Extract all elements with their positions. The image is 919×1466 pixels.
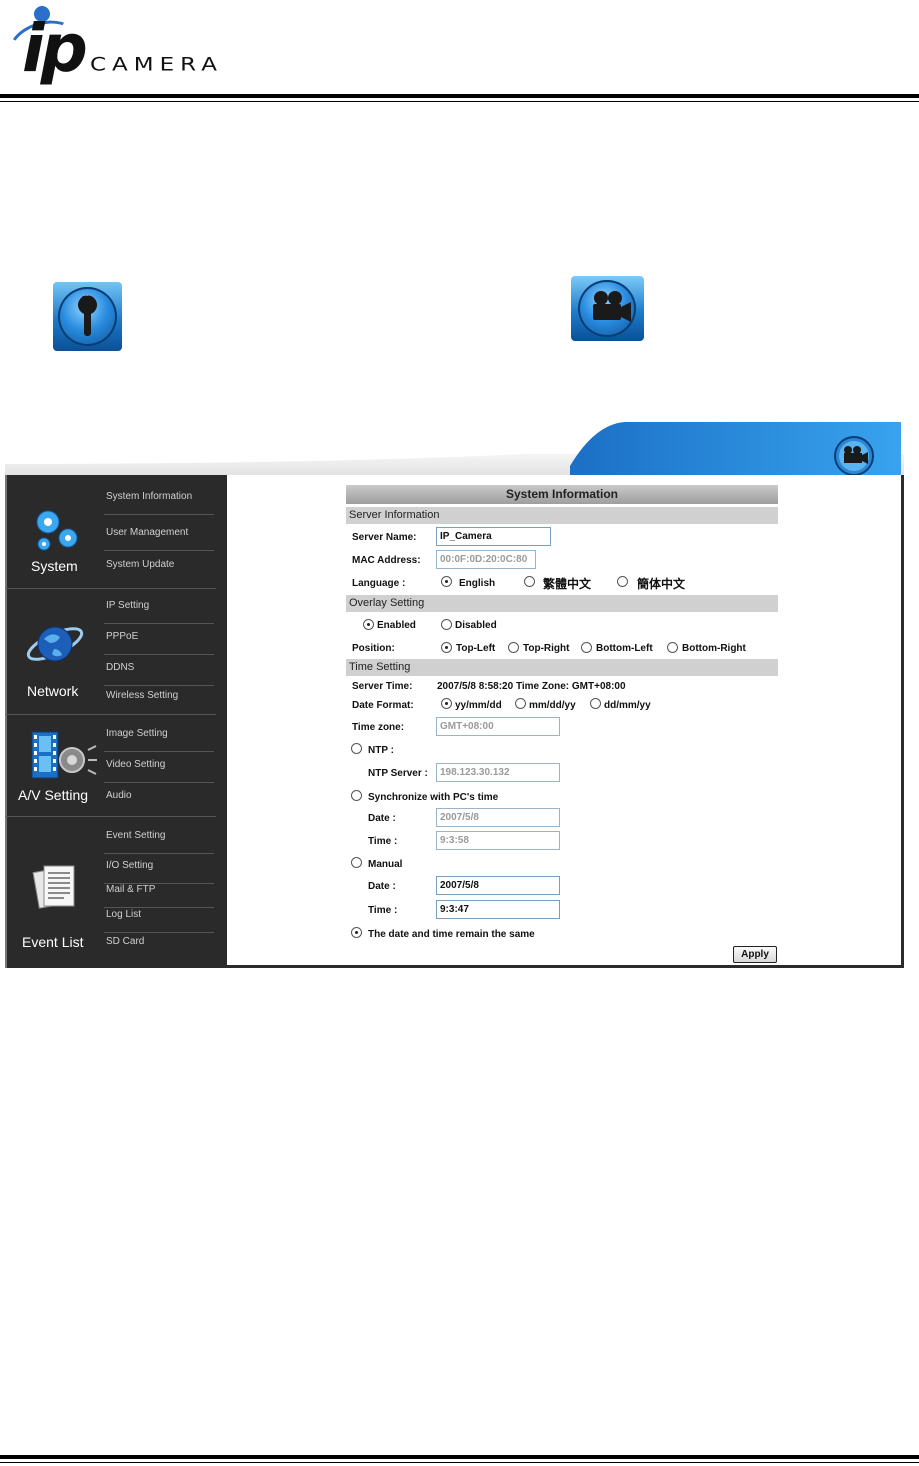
sync-date-label: Date : <box>368 813 396 824</box>
sidebar-group-event-list[interactable]: Event List <box>22 934 83 950</box>
sidebar-divider <box>6 714 216 715</box>
sidebar-item-mail-ftp[interactable]: Mail & FTP <box>104 884 214 908</box>
date-format-ddmmyy-radio[interactable] <box>590 698 601 709</box>
date-format-mmddyy-label: mm/dd/yy <box>529 700 576 711</box>
sync-time-label: Time : <box>368 836 398 847</box>
manual-time-input[interactable]: 9:3:47 <box>436 900 560 919</box>
date-format-mmddyy-radio[interactable] <box>515 698 526 709</box>
position-top-right-label: Top-Right <box>523 643 570 654</box>
sidebar-group-network[interactable]: Network <box>27 683 78 699</box>
camera-icon <box>834 436 874 476</box>
main-content <box>227 475 904 968</box>
documents-icon <box>32 865 75 909</box>
film-speaker-icon <box>31 731 97 779</box>
time-zone-label: Time zone: <box>352 722 405 733</box>
sidebar-edge <box>5 475 7 968</box>
manual-date-input[interactable]: 2007/5/8 <box>436 876 560 895</box>
panel-title: System Information <box>346 485 778 504</box>
overlay-disabled-label: Disabled <box>455 620 497 631</box>
top-banner <box>5 422 904 476</box>
language-label: Language : <box>352 578 406 589</box>
header-rule-thin <box>0 101 919 102</box>
sidebar-item-event-setting[interactable]: Event Setting <box>104 830 214 854</box>
manual-label: Manual <box>368 859 403 870</box>
manual-date-label: Date : <box>368 881 396 892</box>
date-format-yymmdd-radio[interactable] <box>441 698 452 709</box>
footer-rule-thin <box>0 1462 919 1463</box>
sidebar-item-ip-setting[interactable]: IP Setting <box>104 600 214 624</box>
sync-pc-time-radio[interactable] <box>351 790 362 801</box>
sync-time-field: 9:3:58 <box>436 831 560 850</box>
header-rule <box>0 94 919 98</box>
gear-icon <box>36 510 78 551</box>
position-bottom-right-label: Bottom-Right <box>682 643 746 654</box>
logo-ip-text: ip <box>22 10 88 87</box>
overlay-disabled-radio[interactable] <box>441 619 452 630</box>
position-top-right-radio[interactable] <box>508 642 519 653</box>
language-simplified-chinese-label: 簡体中文 <box>637 577 686 591</box>
position-label: Position: <box>352 643 395 654</box>
sidebar-item-image-setting[interactable]: Image Setting <box>104 728 214 752</box>
section-server-information: Server Information <box>346 507 778 524</box>
sidebar-divider <box>6 588 216 589</box>
language-traditional-chinese-radio[interactable] <box>524 576 535 587</box>
date-format-yymmdd-label: yy/mm/dd <box>455 700 502 711</box>
sidebar-item-ddns[interactable]: DDNS <box>104 662 214 686</box>
sidebar-item-video-setting[interactable]: Video Setting <box>104 759 214 783</box>
sidebar-item-sd-card[interactable]: SD Card <box>106 936 214 956</box>
language-simplified-chinese-radio[interactable] <box>617 576 628 587</box>
sidebar-item-user-management[interactable]: User Management <box>104 527 214 551</box>
position-bottom-right-radio[interactable] <box>667 642 678 653</box>
section-time-setting: Time Setting <box>346 659 778 676</box>
logo-camera-text: CAMERA <box>90 54 223 76</box>
position-bottom-left-radio[interactable] <box>581 642 592 653</box>
sync-pc-time-label: Synchronize with PC's time <box>368 792 499 803</box>
ntp-label: NTP : <box>368 745 394 756</box>
overlay-enabled-radio[interactable] <box>363 619 374 630</box>
sidebar-item-audio[interactable]: Audio <box>106 790 214 810</box>
sync-date-field: 2007/5/8 <box>436 808 560 827</box>
sidebar-group-av-setting[interactable]: A/V Setting <box>18 787 88 803</box>
position-top-left-label: Top-Left <box>456 643 496 654</box>
sidebar-item-wireless-setting[interactable]: Wireless Setting <box>106 690 214 710</box>
position-top-left-radio[interactable] <box>441 642 452 653</box>
sidebar-item-pppoe[interactable]: PPPoE <box>104 631 214 655</box>
globe-icon <box>26 626 84 662</box>
sidebar-item-system-information[interactable]: System Information <box>104 491 214 515</box>
apply-button[interactable]: Apply <box>733 946 777 963</box>
keep-date-time-label: The date and time remain the same <box>368 929 535 940</box>
overlay-enabled-label: Enabled <box>377 620 416 631</box>
sidebar-item-io-setting[interactable]: I/O Setting <box>104 860 214 884</box>
section-overlay-setting: Overlay Setting <box>346 595 778 612</box>
ntp-radio[interactable] <box>351 743 362 754</box>
date-format-ddmmyy-label: dd/mm/yy <box>604 700 651 711</box>
ip-camera-logo: ip CAMERA <box>2 6 258 92</box>
language-english-label: English <box>459 578 496 589</box>
language-english-radio[interactable] <box>441 576 452 587</box>
manual-time-label: Time : <box>368 905 398 916</box>
sidebar-item-log-list[interactable]: Log List <box>104 909 214 933</box>
camera-icon <box>571 276 644 341</box>
sidebar-item-system-update[interactable]: System Update <box>106 559 214 579</box>
server-name-label: Server Name: <box>352 532 417 543</box>
sidebar-group-system[interactable]: System <box>31 558 78 574</box>
server-time-label: Server Time: <box>352 681 413 692</box>
sidebar-divider <box>6 816 216 817</box>
server-name-input[interactable]: IP_Camera <box>436 527 551 546</box>
mac-address-label: MAC Address: <box>352 555 421 566</box>
keep-date-time-radio[interactable] <box>351 927 362 938</box>
date-format-label: Date Format: <box>352 700 414 711</box>
mac-address-field: 00:0F:0D:20:0C:80 <box>436 550 536 569</box>
manual-radio[interactable] <box>351 857 362 868</box>
footer-rule <box>0 1455 919 1459</box>
time-zone-field[interactable]: GMT+08:00 <box>436 717 560 736</box>
server-time-value: 2007/5/8 8:58:20 Time Zone: GMT+08:00 <box>437 681 626 692</box>
position-bottom-left-label: Bottom-Left <box>596 643 653 654</box>
language-traditional-chinese-label: 繁體中文 <box>543 577 592 591</box>
ntp-server-label: NTP Server : <box>368 768 428 779</box>
ntp-server-input[interactable]: 198.123.30.132 <box>436 763 560 782</box>
wrench-icon <box>53 282 122 351</box>
